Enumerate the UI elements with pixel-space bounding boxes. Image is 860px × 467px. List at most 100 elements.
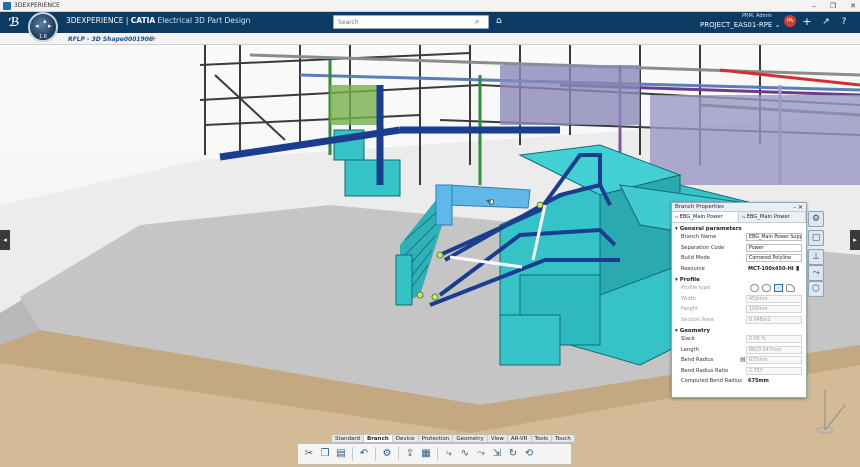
resource-value[interactable]: MCT-100x450-HI [748,264,794,275]
rotate-icon[interactable]: ↻ [506,446,520,462]
search-input[interactable] [333,15,489,29]
document-tabbar: RFLP - 3D Shape0001906 + [0,33,860,45]
row-separation-code: Separation Code Power [672,243,806,254]
separation-code-select[interactable]: Power [746,243,802,252]
wrench-tool-icon[interactable]: ⚙ [808,211,824,227]
row-resource: Resource MCT-100x450-HI ▮ [672,264,806,275]
user-role: PRM, Admin [742,13,772,19]
panel-tab-branch-2[interactable]: ⤷ EBG_Main Power [739,212,806,222]
row-bend-radius-ratio: Bend Radius Ratio 2.737 [672,366,806,377]
compass-quadrant-top[interactable]: ▴ [43,17,47,25]
branch-path-icon[interactable]: ⤳ [474,446,488,462]
compass-version: 1.6 [39,34,47,40]
rect-profile-icon[interactable] [774,284,783,292]
tab-geometry[interactable]: Geometry [453,435,488,442]
paste-icon[interactable]: ▤ [334,446,348,462]
avatar[interactable]: PA [784,15,796,27]
ruler-tool-icon[interactable]: ⊥ [808,249,824,265]
tab-touch[interactable]: Touch [552,435,575,442]
search-icon[interactable]: ⌕ [475,17,485,27]
length-field[interactable]: 6823.547mm [746,345,802,354]
tag-icon[interactable]: ⌂ [496,16,506,26]
height-field[interactable]: 105mm [746,305,802,313]
slack-field[interactable]: 0.00 % [746,335,802,343]
route-branch-icon[interactable]: ⤷ [442,446,456,462]
brand-title: 3DEXPERIENCE | CATIA Electrical 3D Part … [66,16,250,25]
branch-name-field[interactable]: EBG_Main Power Supply [746,233,802,241]
profile-header[interactable]: ▾ Profile [672,274,806,283]
clipboard-tool-icon[interactable]: ▢ [808,230,824,246]
project-selector[interactable]: PROJECT_EAS01-RPE ⌄ [700,21,780,29]
tab-view[interactable]: View [488,435,508,442]
table-icon[interactable]: ▦ [419,446,433,462]
row-bend-radius: Bend Radius 675mm ▤ [672,355,806,366]
right-panel-toggle-icon[interactable]: ▸ [850,230,860,250]
compass-quadrant-left[interactable]: ◂ [35,22,39,30]
row-height: Height 105mm [672,304,806,315]
settings-icon[interactable]: ⚙ [380,446,394,462]
maximize-button[interactable]: ❐ [830,2,836,10]
device-tool-icon[interactable]: ⬡ [808,281,824,297]
profile-type-options [750,284,795,292]
bend-radius-field[interactable]: 675mm [746,356,802,364]
tab-rflp-3d-shape[interactable]: RFLP - 3D Shape0001906 [62,34,159,45]
row-section-area: Section Area 0.048m2 [672,315,806,326]
junction-box[interactable] [344,159,401,197]
compass-quadrant-right[interactable]: ▸ [48,22,52,30]
undo-icon[interactable]: ↶ [357,446,371,462]
general-parameters-header[interactable]: ▾ General parameters [672,223,806,232]
resource-lock-icon[interactable]: ▮ [796,264,799,275]
tab-tools[interactable]: Tools [532,435,553,442]
brand-app: Electrical 3D Part Design [155,16,251,25]
copy-icon[interactable]: ❐ [318,446,332,462]
panel-tabs: ⤷ EBG_Main Power ⤷ EBG_Main Power [672,212,806,223]
build-mode-select[interactable]: Cornered Polyline [746,254,802,262]
brand-separator: | [123,16,131,25]
compass-icon[interactable]: ◂ ▴ ▸ 1.6 [28,12,58,42]
geometry-header[interactable]: ▾ Geometry [672,325,806,334]
background-green-unit [330,85,380,125]
close-button[interactable]: ✕ [850,2,856,10]
help-icon[interactable]: ? [838,15,850,29]
row-computed-bend-radius: Computed Bend Radius 675mm [672,376,806,387]
branch-tool-icon[interactable]: ⤳ [808,265,824,281]
tab-branch[interactable]: Branch [364,435,393,442]
ds-logo-icon[interactable]: ℬ [6,14,22,30]
width-field[interactable]: 450mm [746,294,802,303]
circle-profile-icon[interactable] [750,284,759,292]
row-width: Width 450mm [672,294,806,305]
cut-icon[interactable]: ✂ [302,446,316,462]
row-branch-name: Branch Name EBG_Main Power Supply [681,233,802,241]
brand-product: CATIA [130,16,156,25]
window-title: 3DEXPERIENCE [14,2,60,9]
reroute-icon[interactable]: ⟲ [522,446,536,462]
left-panel-toggle-icon[interactable]: ◂ [0,230,10,250]
brand-prefix: 3DEXPERIENCE [66,16,124,25]
panel-window-controls[interactable]: – ✕ [793,203,803,212]
tab-ar-vr[interactable]: AR-VR [508,435,532,442]
add-icon[interactable]: + [801,15,813,29]
background-equipment-block [500,65,640,125]
bend-radius-ratio-field[interactable]: 2.737 [746,366,802,375]
panel-title-bar[interactable]: Branch Properties – ✕ [672,203,806,212]
section-tabs: Standard Branch Device Protection Geomet… [331,434,576,443]
minimize-button[interactable]: – [812,2,816,10]
app-window: 3DEXPERIENCE – ❐ ✕ ℬ ◂ ▴ ▸ 1.6 3DEXPERIE… [0,0,860,467]
connect-icon[interactable]: ⇲ [490,446,504,462]
flex-branch-icon[interactable]: ∿ [458,446,472,462]
panel-tab-branch-1[interactable]: ⤷ EBG_Main Power [672,212,739,222]
export-icon[interactable]: ⇪ [403,446,417,462]
tab-protection[interactable]: Protection [419,435,454,442]
bend-radius-toggle-icon[interactable]: ▤ [740,355,746,366]
section-area-field[interactable]: 0.048m2 [746,315,802,324]
add-tab-button[interactable]: + [150,34,157,44]
share-icon[interactable]: ↗ [820,15,832,29]
tab-standard[interactable]: Standard [332,435,365,442]
oval-profile-icon[interactable] [762,284,771,292]
computed-bend-radius-value: 675mm [748,378,769,384]
row-profile-type: Profile type [672,283,806,294]
tab-device[interactable]: Device [393,435,419,442]
flat-profile-icon[interactable] [786,284,795,292]
os-title-bar: 3DEXPERIENCE – ❐ ✕ [0,0,860,12]
background-vessel [650,95,860,185]
